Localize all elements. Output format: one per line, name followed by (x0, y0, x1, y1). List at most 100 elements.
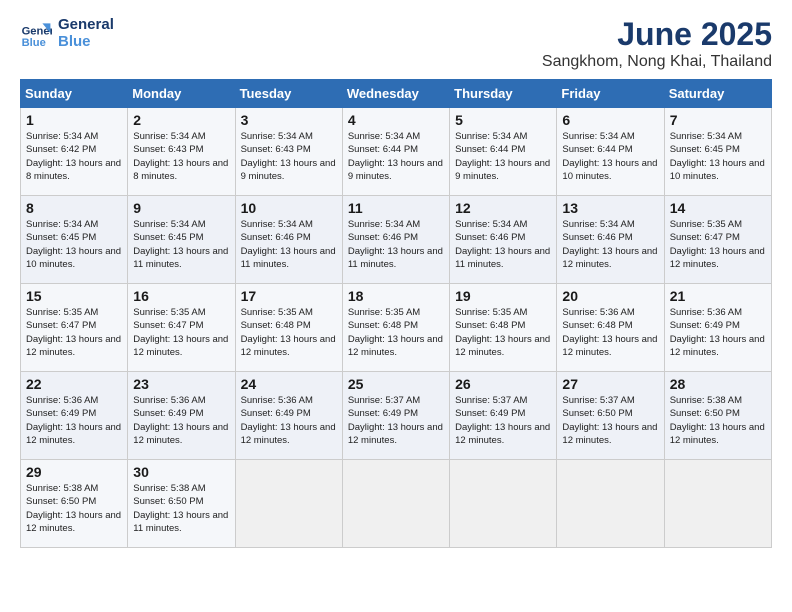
day-number: 16 (133, 288, 229, 304)
calendar-cell: 3 Sunrise: 5:34 AMSunset: 6:43 PMDaylight… (235, 108, 342, 196)
day-info: Sunrise: 5:34 AMSunset: 6:45 PMDaylight:… (670, 130, 766, 183)
svg-text:Blue: Blue (22, 37, 46, 49)
calendar-cell: 11Sunrise: 5:34 AMSunset: 6:46 PMDayligh… (342, 196, 449, 284)
calendar-week-2: 8Sunrise: 5:34 AMSunset: 6:45 PMDaylight… (21, 196, 772, 284)
header-sunday: Sunday (21, 80, 128, 108)
day-info: Sunrise: 5:36 AMSunset: 6:49 PMDaylight:… (670, 306, 766, 359)
day-number: 13 (562, 200, 658, 216)
header-wednesday: Wednesday (342, 80, 449, 108)
day-number: 3 (241, 112, 337, 128)
calendar-body: 1 Sunrise: 5:34 AMSunset: 6:42 PMDaylight… (21, 108, 772, 548)
calendar-week-4: 22 Sunrise: 5:36 AMSunset: 6:49 PMDayligh… (21, 372, 772, 460)
calendar-cell: 28 Sunrise: 5:38 AMSunset: 6:50 PMDayligh… (664, 372, 771, 460)
calendar-week-1: 1 Sunrise: 5:34 AMSunset: 6:42 PMDaylight… (21, 108, 772, 196)
day-info: Sunrise: 5:34 AMSunset: 6:46 PMDaylight:… (241, 218, 337, 271)
day-number: 30 (133, 464, 229, 480)
calendar-cell: 15 Sunrise: 5:35 AMSunset: 6:47 PMDayligh… (21, 284, 128, 372)
calendar-cell: 13 Sunrise: 5:34 AMSunset: 6:46 PMDayligh… (557, 196, 664, 284)
calendar-cell: 16 Sunrise: 5:35 AMSunset: 6:47 PMDayligh… (128, 284, 235, 372)
day-info: Sunrise: 5:37 AMSunset: 6:50 PMDaylight:… (562, 394, 658, 447)
header-saturday: Saturday (664, 80, 771, 108)
day-info: Sunrise: 5:35 AMSunset: 6:48 PMDaylight:… (348, 306, 444, 359)
day-number: 24 (241, 376, 337, 392)
day-info: Sunrise: 5:36 AMSunset: 6:49 PMDaylight:… (241, 394, 337, 447)
calendar-cell: 9 Sunrise: 5:34 AMSunset: 6:45 PMDaylight… (128, 196, 235, 284)
day-number: 6 (562, 112, 658, 128)
calendar-cell (235, 460, 342, 548)
day-number: 7 (670, 112, 766, 128)
day-number: 2 (133, 112, 229, 128)
calendar-week-5: 29 Sunrise: 5:38 AMSunset: 6:50 PMDayligh… (21, 460, 772, 548)
day-number: 9 (133, 200, 229, 216)
header: General Blue General Blue June 2025 Sang… (20, 16, 772, 71)
day-number: 11 (348, 200, 444, 216)
location-title: Sangkhom, Nong Khai, Thailand (542, 53, 772, 71)
day-number: 5 (455, 112, 551, 128)
day-number: 15 (26, 288, 122, 304)
calendar-cell: 18 Sunrise: 5:35 AMSunset: 6:48 PMDayligh… (342, 284, 449, 372)
day-number: 29 (26, 464, 122, 480)
day-info: Sunrise: 5:34 AMSunset: 6:43 PMDaylight:… (241, 130, 337, 183)
calendar-table: SundayMondayTuesdayWednesdayThursdayFrid… (20, 79, 772, 548)
calendar-cell: 27 Sunrise: 5:37 AMSunset: 6:50 PMDayligh… (557, 372, 664, 460)
calendar-cell: 26 Sunrise: 5:37 AMSunset: 6:49 PMDayligh… (450, 372, 557, 460)
day-info: Sunrise: 5:35 AMSunset: 6:47 PMDaylight:… (670, 218, 766, 271)
calendar-cell: 10Sunrise: 5:34 AMSunset: 6:46 PMDayligh… (235, 196, 342, 284)
day-info: Sunrise: 5:35 AMSunset: 6:47 PMDaylight:… (26, 306, 122, 359)
calendar-cell: 12 Sunrise: 5:34 AMSunset: 6:46 PMDayligh… (450, 196, 557, 284)
calendar-cell: 6 Sunrise: 5:34 AMSunset: 6:44 PMDaylight… (557, 108, 664, 196)
day-number: 20 (562, 288, 658, 304)
day-number: 4 (348, 112, 444, 128)
calendar-cell: 14 Sunrise: 5:35 AMSunset: 6:47 PMDayligh… (664, 196, 771, 284)
day-info: Sunrise: 5:36 AMSunset: 6:48 PMDaylight:… (562, 306, 658, 359)
calendar-cell: 30Sunrise: 5:38 AMSunset: 6:50 PMDayligh… (128, 460, 235, 548)
day-number: 21 (670, 288, 766, 304)
day-info: Sunrise: 5:37 AMSunset: 6:49 PMDaylight:… (348, 394, 444, 447)
day-number: 18 (348, 288, 444, 304)
month-title: June 2025 (542, 16, 772, 53)
day-info: Sunrise: 5:38 AMSunset: 6:50 PMDaylight:… (26, 482, 122, 535)
calendar-cell (557, 460, 664, 548)
day-number: 14 (670, 200, 766, 216)
day-number: 23 (133, 376, 229, 392)
day-info: Sunrise: 5:34 AMSunset: 6:44 PMDaylight:… (562, 130, 658, 183)
calendar-cell: 2 Sunrise: 5:34 AMSunset: 6:43 PMDaylight… (128, 108, 235, 196)
day-info: Sunrise: 5:34 AMSunset: 6:45 PMDaylight:… (133, 218, 229, 271)
day-info: Sunrise: 5:34 AMSunset: 6:42 PMDaylight:… (26, 130, 122, 183)
calendar-cell (450, 460, 557, 548)
day-info: Sunrise: 5:37 AMSunset: 6:49 PMDaylight:… (455, 394, 551, 447)
day-info: Sunrise: 5:36 AMSunset: 6:49 PMDaylight:… (26, 394, 122, 447)
calendar-cell: 19Sunrise: 5:35 AMSunset: 6:48 PMDayligh… (450, 284, 557, 372)
header-monday: Monday (128, 80, 235, 108)
day-info: Sunrise: 5:38 AMSunset: 6:50 PMDaylight:… (670, 394, 766, 447)
day-info: Sunrise: 5:34 AMSunset: 6:46 PMDaylight:… (562, 218, 658, 271)
day-info: Sunrise: 5:34 AMSunset: 6:46 PMDaylight:… (455, 218, 551, 271)
day-number: 27 (562, 376, 658, 392)
day-number: 26 (455, 376, 551, 392)
day-info: Sunrise: 5:35 AMSunset: 6:48 PMDaylight:… (455, 306, 551, 359)
day-info: Sunrise: 5:34 AMSunset: 6:44 PMDaylight:… (455, 130, 551, 183)
calendar-cell: 20 Sunrise: 5:36 AMSunset: 6:48 PMDayligh… (557, 284, 664, 372)
day-info: Sunrise: 5:34 AMSunset: 6:43 PMDaylight:… (133, 130, 229, 183)
calendar-cell: 17Sunrise: 5:35 AMSunset: 6:48 PMDayligh… (235, 284, 342, 372)
day-info: Sunrise: 5:35 AMSunset: 6:47 PMDaylight:… (133, 306, 229, 359)
calendar-cell: 1 Sunrise: 5:34 AMSunset: 6:42 PMDaylight… (21, 108, 128, 196)
calendar-cell: 23 Sunrise: 5:36 AMSunset: 6:49 PMDayligh… (128, 372, 235, 460)
day-number: 22 (26, 376, 122, 392)
day-number: 12 (455, 200, 551, 216)
calendar-cell: 22 Sunrise: 5:36 AMSunset: 6:49 PMDayligh… (21, 372, 128, 460)
day-number: 1 (26, 112, 122, 128)
day-number: 28 (670, 376, 766, 392)
day-info: Sunrise: 5:34 AMSunset: 6:44 PMDaylight:… (348, 130, 444, 183)
header-friday: Friday (557, 80, 664, 108)
calendar-cell: 25 Sunrise: 5:37 AMSunset: 6:49 PMDayligh… (342, 372, 449, 460)
calendar-week-3: 15 Sunrise: 5:35 AMSunset: 6:47 PMDayligh… (21, 284, 772, 372)
day-info: Sunrise: 5:36 AMSunset: 6:49 PMDaylight:… (133, 394, 229, 447)
calendar-cell: 24 Sunrise: 5:36 AMSunset: 6:49 PMDayligh… (235, 372, 342, 460)
calendar-cell: 21 Sunrise: 5:36 AMSunset: 6:49 PMDayligh… (664, 284, 771, 372)
day-info: Sunrise: 5:34 AMSunset: 6:45 PMDaylight:… (26, 218, 122, 271)
calendar-cell (342, 460, 449, 548)
day-info: Sunrise: 5:35 AMSunset: 6:48 PMDaylight:… (241, 306, 337, 359)
header-thursday: Thursday (450, 80, 557, 108)
day-number: 25 (348, 376, 444, 392)
